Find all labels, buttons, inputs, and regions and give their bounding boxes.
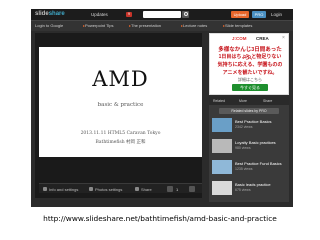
related-item[interactable]: Best Practice Fund Basics 1235 views — [212, 160, 286, 177]
info-icon[interactable] — [43, 187, 47, 191]
related-tabs: Related More Share — [209, 97, 289, 105]
related-views: 675 views — [235, 188, 251, 192]
related-thumbnail[interactable] — [212, 181, 232, 195]
subbar-item[interactable]: The presentation — [129, 23, 161, 28]
share-label[interactable]: Share — [141, 187, 152, 192]
slide-viewer: AMD basic & practice 2013.11.11 HTML5 Ca… — [35, 33, 202, 198]
nav-updates[interactable]: Updates — [91, 12, 108, 17]
subbar-item[interactable]: Lecture notes — [181, 23, 207, 28]
related-title[interactable]: Best Practice Fund Basics — [235, 161, 282, 166]
slide-event-info: 2013.11.11 HTML5 Caravan Tokyo — [80, 131, 161, 136]
tab-related[interactable]: Related — [213, 99, 225, 103]
photo-settings-label[interactable]: Photos settings — [95, 187, 122, 192]
top-navigation-bar: slideshare Updates 9 Upload PRO Login — [31, 9, 293, 21]
related-thumbnail[interactable] — [212, 139, 232, 153]
page-indicator: 1 — [176, 187, 179, 192]
login-link[interactable]: Login — [271, 12, 282, 17]
related-featured-label[interactable]: Related slides by PRO — [219, 108, 279, 114]
previous-slide-button[interactable] — [167, 186, 173, 192]
related-item[interactable]: Basic leads practice 675 views — [212, 181, 286, 198]
slide-canvas[interactable]: AMD basic & practice 2013.11.11 HTML5 Ca… — [39, 47, 202, 157]
advertisement-banner[interactable]: J:COM CREA × 多様なかんじ3日間あったら、 1日目はちょっと物足りな… — [209, 33, 289, 95]
logo-prefix: slide — [35, 11, 49, 17]
updates-badge: 9 — [126, 12, 132, 17]
photo-icon[interactable] — [89, 187, 93, 191]
ad-brand-logo: J:COM — [232, 36, 247, 41]
slide-subtitle: basic & practice — [97, 102, 144, 108]
subbar-item[interactable]: Slide templates — [223, 23, 252, 28]
slideshare-logo[interactable]: slideshare — [35, 11, 65, 17]
related-item[interactable]: Best Practice Basics 2342 views — [212, 118, 286, 135]
search-icon[interactable] — [182, 11, 189, 18]
related-title[interactable]: Loyalty Basic practices — [235, 140, 276, 145]
related-item[interactable]: Loyalty Basic practices 980 views — [212, 139, 286, 156]
slide-author: Bathtimefish 村岡 正和 — [95, 140, 146, 145]
pro-button[interactable]: PRO — [252, 11, 266, 18]
related-title[interactable]: Basic leads practice — [235, 182, 271, 187]
ad-text-line: アニメを観たいですね。 — [222, 70, 278, 76]
close-icon[interactable]: × — [282, 35, 285, 41]
viewer-controls: Info and settings Photos settings Share … — [39, 183, 202, 193]
next-slide-button[interactable] — [189, 186, 195, 192]
subbar-item[interactable]: Powerpoint Tips — [83, 23, 113, 28]
tab-share[interactable]: Share — [263, 99, 272, 103]
related-views: 2342 views — [235, 125, 253, 129]
share-icon[interactable] — [135, 187, 139, 191]
ad-brand-logo-secondary: CREA — [256, 36, 269, 41]
sub-navigation-bar: Login to Google Powerpoint Tips The pres… — [31, 21, 293, 31]
ad-text-line: 気持ちに応える、学園ものの — [217, 62, 283, 68]
browser-screenshot: slideshare Updates 9 Upload PRO Login Lo… — [31, 9, 293, 207]
logo-suffix: share — [48, 11, 65, 17]
related-slides-panel: Related More Share Related slides by PRO… — [209, 97, 289, 202]
tab-more[interactable]: More — [239, 99, 247, 103]
ad-cta-button[interactable]: 今すぐ見る — [232, 84, 268, 91]
slide-title: AMD — [92, 67, 149, 91]
search-input[interactable] — [143, 11, 181, 18]
ad-text-line: 1日目はちょっと物足りない — [218, 54, 282, 60]
upload-button[interactable]: Upload — [231, 11, 249, 18]
url-caption[interactable]: http://www.slideshare.net/bathtimefish/a… — [0, 214, 320, 223]
related-views: 1235 views — [235, 167, 253, 171]
login-google-link[interactable]: Login to Google — [35, 23, 63, 28]
related-thumbnail[interactable] — [212, 160, 232, 174]
ad-details-link[interactable]: 詳細はこちら — [213, 77, 287, 83]
related-title[interactable]: Best Practice Basics — [235, 119, 271, 124]
info-settings-label[interactable]: Info and settings — [49, 187, 78, 192]
related-thumbnail[interactable] — [212, 118, 232, 132]
related-views: 980 views — [235, 146, 251, 150]
